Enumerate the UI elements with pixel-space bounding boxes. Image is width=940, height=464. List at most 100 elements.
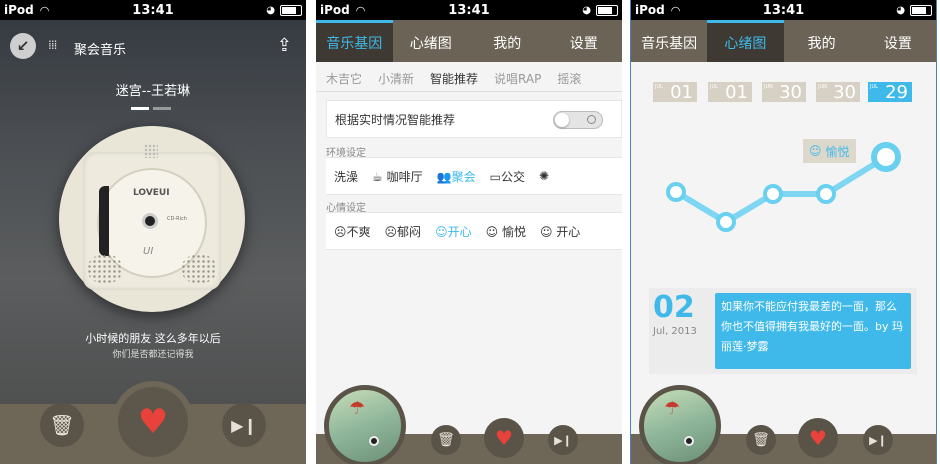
env-row: 洗澡 ☕ 咖啡厅 👥聚会 ▭公交 ✺ — [326, 157, 622, 195]
like-button[interactable]: ♥ — [484, 418, 524, 458]
status-bar: iPod ◠ 13:41 ◕ — [0, 0, 306, 20]
mini-album-art[interactable]: ☂ — [324, 385, 406, 464]
quote-date: Jul, 2013 — [653, 326, 697, 337]
disc-sub: CD-Rich — [167, 216, 187, 222]
delete-button[interactable]: 🗑 — [40, 403, 84, 447]
tab-settings[interactable]: 设置 — [546, 20, 623, 62]
album-disc[interactable]: LOVEUI CD-Rich UI — [59, 126, 245, 312]
like-button[interactable]: ♥ — [118, 387, 188, 457]
mood-joy[interactable]: ☺ 愉悦 — [486, 223, 526, 240]
clock: 13:41 — [762, 2, 805, 18]
quote-day: 02 — [653, 290, 695, 325]
main-tabs: 音乐基因 心绪图 我的 设置 — [316, 20, 622, 62]
subtab-fresh[interactable]: 小清新 — [378, 70, 414, 87]
sad-face-icon: ☹ — [384, 224, 398, 239]
battery-icon — [280, 4, 302, 16]
mood-line-chart — [666, 142, 901, 232]
toggle-label: 根据实时情况智能推荐 — [335, 112, 456, 127]
mood-point — [716, 212, 736, 232]
sad-face-icon: ☹ — [334, 224, 347, 239]
like-button[interactable]: ♥ — [798, 418, 838, 458]
subtab-guitar[interactable]: 木吉它 — [326, 70, 362, 87]
main-tabs: 音乐基因 心绪图 我的 设置 — [631, 20, 936, 62]
battery-icon — [596, 4, 618, 16]
people-icon: 👥 — [436, 169, 452, 184]
bus-icon: ▭ — [489, 169, 501, 184]
next-button[interactable]: ▶❙ — [548, 425, 578, 455]
page-indicator — [131, 107, 171, 110]
tab-gene[interactable]: 音乐基因 — [316, 20, 393, 62]
player-screen: iPod ◠ 13:41 ◕ ↙ ⁞⁞⁞ 聚会音乐 ⇪ 迷宫--王若琳 LOVE… — [0, 0, 306, 464]
mood-happy[interactable]: ☺开心 — [435, 223, 472, 240]
heart-icon: ♥ — [495, 426, 513, 450]
battery-icon — [910, 4, 932, 16]
clock: 13:41 — [448, 2, 490, 18]
date-chip-5[interactable]: JUL 29 — [868, 82, 912, 103]
mood-point — [816, 184, 836, 204]
env-party[interactable]: 👥聚会 — [437, 168, 476, 185]
genre-subtabs: 木吉它 小清新 智能推荐 说唱RAP 摇滚 — [316, 66, 622, 92]
tab-mine[interactable]: 我的 — [784, 20, 860, 62]
date-prefix: JUL — [655, 84, 663, 90]
disc-hole — [142, 213, 158, 229]
play-dot — [369, 436, 379, 446]
coffee-icon: ☕ — [372, 169, 383, 184]
mood-happy-2[interactable]: ☺ 开心 — [540, 223, 580, 240]
mood-point — [871, 142, 901, 172]
smart-toggle-row: 根据实时情况智能推荐 — [326, 100, 622, 138]
share-icon[interactable]: ⇪ — [277, 35, 292, 56]
disc-signature: UI — [143, 246, 154, 257]
mood-point — [666, 182, 686, 202]
subtab-smart[interactable]: 智能推荐 — [430, 70, 478, 87]
speaker-left — [87, 254, 123, 284]
date-prefix: JUL — [710, 84, 718, 90]
quote-card: 02 Jul, 2013 如果你不能应付我最差的一面，那么你也不值得拥有我最好的… — [649, 288, 917, 374]
mood-upset[interactable]: ☹不爽 — [334, 223, 371, 240]
delete-button[interactable]: 🗑 — [746, 425, 776, 455]
date-chip-2[interactable]: JUL 01 — [708, 82, 752, 103]
env-bus[interactable]: ▭公交 — [490, 168, 525, 185]
smile-icon: ☺ — [539, 224, 553, 239]
status-bar: iPod ◠ 13:41 ◕ — [631, 0, 936, 20]
mood-screen: iPod ◠ 13:41 ◕ 音乐基因 心绪图 我的 设置 JUL 01 JUL 0… — [630, 0, 937, 464]
subtab-rap[interactable]: 说唱RAP — [494, 70, 541, 87]
status-bar: iPod ◠ 13:41 ◕ — [316, 0, 622, 20]
mood-tooltip: ☺ 愉悦 — [803, 139, 856, 163]
speaker-right — [181, 254, 217, 284]
quote-bubble: 如果你不能应付我最差的一面，那么你也不值得拥有我最好的一面。by 玛丽莲·梦露 — [715, 293, 911, 369]
mood-row: ☹不爽 ☹郁闷 ☺开心 ☺ 愉悦 ☺ 开心 — [326, 212, 622, 250]
tab-mine[interactable]: 我的 — [469, 20, 546, 62]
song-title: 迷宫--王若琳 — [115, 84, 191, 99]
date-prefix: JUN — [818, 84, 827, 90]
smart-toggle[interactable] — [553, 111, 603, 129]
subtab-rock[interactable]: 摇滚 — [557, 70, 581, 87]
tab-mood[interactable]: 心绪图 — [707, 20, 784, 62]
umbrella-icon: ☂ — [349, 398, 366, 419]
date-chip-3[interactable]: JUN 30 — [762, 82, 806, 103]
next-button[interactable]: ▶❙ — [222, 403, 266, 447]
lyric-line-1: 小时候的朋友 这么多年以后 — [85, 332, 221, 345]
env-cafe[interactable]: ☕ 咖啡厅 — [372, 168, 423, 185]
next-button[interactable]: ▶❙ — [863, 425, 893, 455]
sun-icon[interactable]: ✺ — [539, 169, 549, 183]
date-chip-4[interactable]: JUN 30 — [816, 82, 860, 103]
smile-icon: ☺ — [485, 224, 499, 239]
env-bath[interactable]: 洗澡 — [334, 168, 358, 185]
mood-point — [763, 184, 783, 204]
playlist-icon: ⁞⁞⁞ — [48, 38, 58, 52]
tab-gene[interactable]: 音乐基因 — [631, 20, 707, 62]
mini-album-art[interactable]: ☂ — [639, 385, 721, 464]
back-button[interactable]: ↙ — [10, 33, 36, 59]
tab-settings[interactable]: 设置 — [860, 20, 936, 62]
tab-mood[interactable]: 心绪图 — [393, 20, 470, 62]
playlist-title[interactable]: 聚会音乐 — [74, 39, 126, 58]
clock: 13:41 — [132, 2, 174, 18]
delete-button[interactable]: 🗑 — [431, 425, 461, 455]
smile-icon: ☺ — [435, 224, 448, 239]
play-dot — [684, 436, 694, 446]
lyric-line-2: 你们是否都还记得我 — [112, 350, 194, 360]
smile-icon: ☺ — [809, 144, 822, 158]
mood-gloomy[interactable]: ☹郁闷 — [385, 223, 422, 240]
date-chip-1[interactable]: JUL 01 — [653, 82, 697, 103]
umbrella-icon: ☂ — [664, 398, 681, 419]
